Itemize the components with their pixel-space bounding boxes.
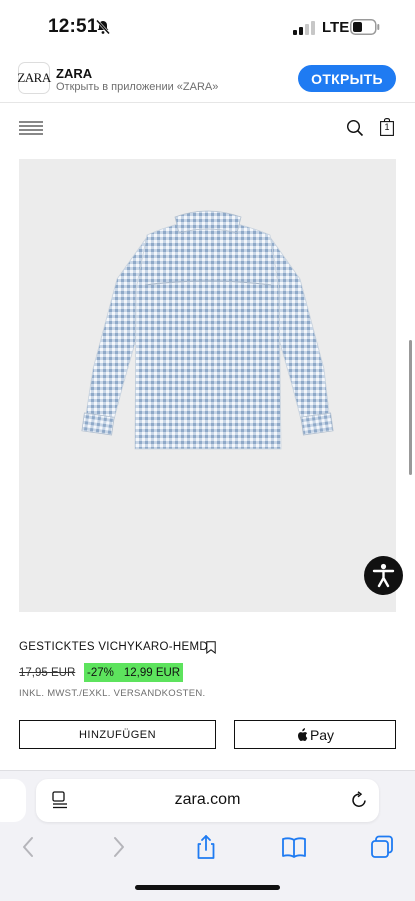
bell-muted-icon xyxy=(96,19,110,35)
apple-icon xyxy=(297,727,308,741)
product-image[interactable] xyxy=(19,159,396,612)
network-type: LTE xyxy=(322,19,350,36)
forward-icon[interactable] xyxy=(105,834,131,860)
shirt-illustration xyxy=(81,210,334,450)
battery-icon xyxy=(350,19,380,35)
add-to-cart-button[interactable]: HINZUFÜGEN xyxy=(19,720,216,749)
discount-percent: -27% xyxy=(87,666,114,679)
search-icon[interactable] xyxy=(346,119,364,137)
tabs-icon[interactable] xyxy=(369,834,395,860)
apple-pay-button[interactable]: Pay xyxy=(234,720,396,749)
zara-app-icon[interactable]: ZARA xyxy=(17,62,51,94)
open-app-button[interactable]: ОТКРЫТЬ xyxy=(298,65,396,92)
menu-icon[interactable] xyxy=(19,121,43,135)
reload-icon[interactable] xyxy=(350,791,368,809)
home-indicator xyxy=(135,885,280,890)
page-scrollbar[interactable] xyxy=(409,340,412,475)
share-icon[interactable] xyxy=(193,834,219,860)
accessibility-icon xyxy=(372,563,395,588)
new-price: 12,99 EUR xyxy=(123,666,181,679)
apple-pay-label: Pay xyxy=(309,726,335,743)
bag-count: 1 xyxy=(384,122,390,132)
discount-badge: -27% 12,99 EUR xyxy=(84,663,184,682)
bookmark-icon[interactable] xyxy=(206,641,216,654)
accessibility-button[interactable] xyxy=(364,556,403,595)
bookmarks-icon[interactable] xyxy=(281,834,307,860)
product-title: GESTICKTES VICHYKARO-HEMD xyxy=(19,641,208,653)
previous-tab-card[interactable] xyxy=(0,779,26,822)
back-icon[interactable] xyxy=(16,834,42,860)
url-text[interactable]: zara.com xyxy=(36,791,379,809)
status-time: 12:51 xyxy=(48,16,98,37)
signal-icon xyxy=(293,21,315,35)
app-subtitle: Открыть в приложении «ZARA» xyxy=(56,81,219,93)
old-price: 17,95 EUR xyxy=(19,667,76,679)
app-name: ZARA xyxy=(56,66,93,81)
tax-note: INKL. MWST./EXKL. VERSANDKOSTEN. xyxy=(19,688,206,699)
